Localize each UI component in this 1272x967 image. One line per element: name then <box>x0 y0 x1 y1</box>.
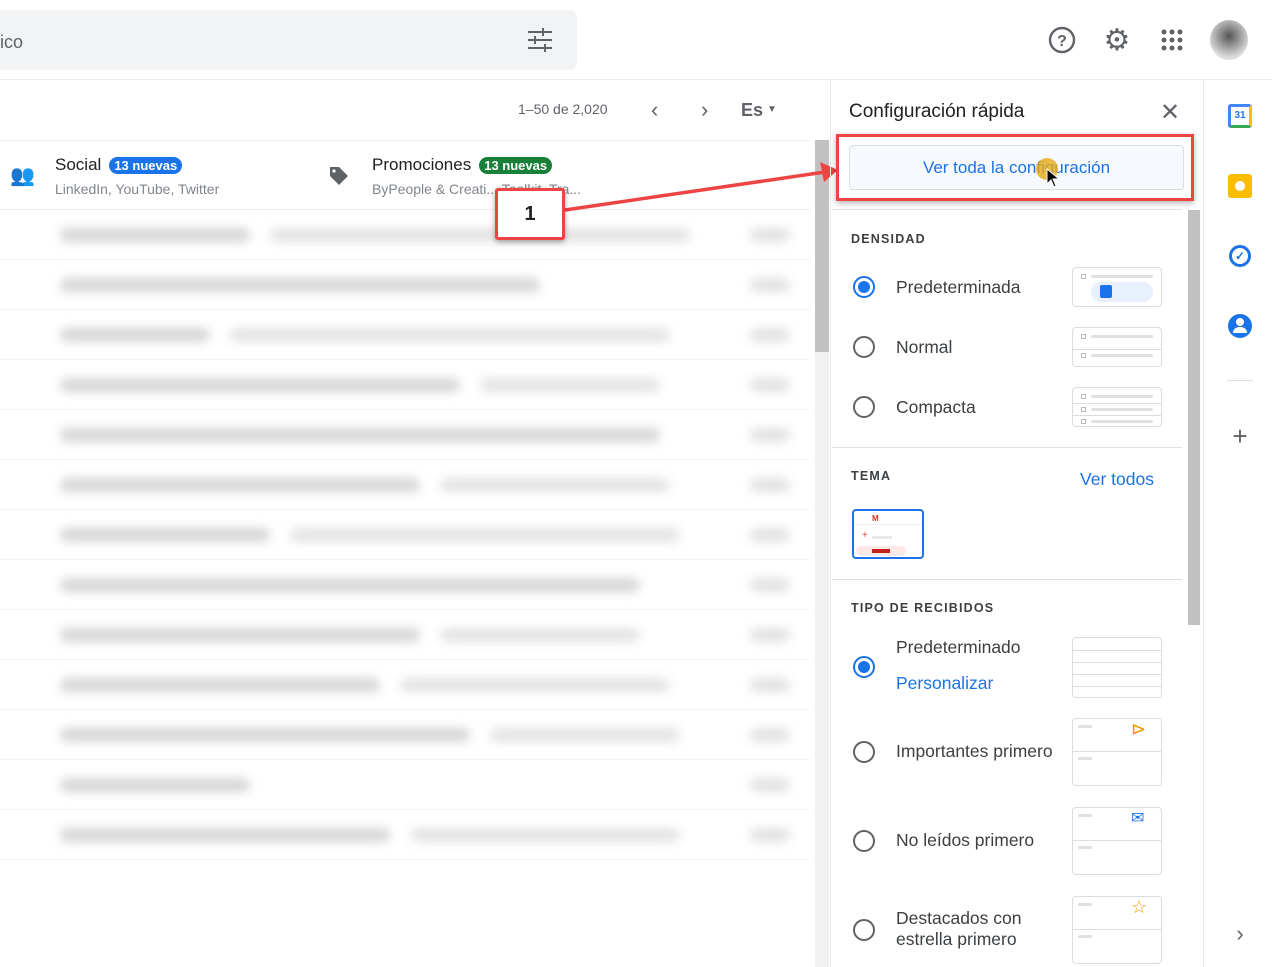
email-row[interactable] <box>0 710 810 760</box>
inbox-type-label[interactable]: Destacados con estrella primero <box>896 908 1066 950</box>
density-radio[interactable] <box>853 276 875 298</box>
see-all-themes-link[interactable]: Ver todos <box>1080 469 1154 490</box>
inbox-type-preview: ☆ <box>1072 896 1162 964</box>
inbox-type-label[interactable]: No leídos primero <box>896 830 1066 851</box>
email-row[interactable] <box>0 260 810 310</box>
star-icon: ☆ <box>1131 897 1148 917</box>
close-icon[interactable]: ✕ <box>1160 98 1180 127</box>
calendar-icon[interactable]: 31 <box>1226 102 1254 130</box>
gear-icon[interactable]: ⚙ <box>1101 24 1133 57</box>
avatar[interactable] <box>1210 20 1248 60</box>
input-tools-label: Es <box>741 100 764 120</box>
density-radio[interactable] <box>853 336 875 358</box>
gmail-logo-icon: M <box>872 514 879 523</box>
panel-title: Configuración rápida <box>849 101 1025 122</box>
email-row[interactable] <box>0 460 810 510</box>
svg-text:?: ? <box>1057 33 1067 50</box>
expand-icon[interactable]: › <box>1226 920 1254 948</box>
tab-title: Social <box>55 155 102 174</box>
email-row[interactable] <box>0 560 810 610</box>
tag-icon <box>328 165 350 192</box>
inbox-type-preview <box>1072 637 1162 698</box>
inbox-type-preview: ⊳ <box>1072 718 1162 786</box>
tab-subtitle: LinkedIn, YouTube, Twitter <box>55 181 220 197</box>
inbox-type-radio[interactable] <box>853 741 875 763</box>
inbox-type-radio[interactable] <box>853 656 875 678</box>
prev-page-button[interactable]: ‹ <box>651 97 658 123</box>
panel-scrollbar-thumb[interactable] <box>1188 210 1200 625</box>
people-icon: 👥 <box>10 165 35 187</box>
email-row[interactable] <box>0 510 810 560</box>
input-tools-button[interactable]: Es ▼ <box>741 100 777 121</box>
email-row[interactable] <box>0 810 810 860</box>
density-preview <box>1072 327 1162 367</box>
email-row[interactable] <box>0 760 810 810</box>
inbox-type-radio[interactable] <box>853 830 875 852</box>
search-input-text[interactable]: ico <box>0 32 23 53</box>
customize-link[interactable]: Personalizar <box>896 673 993 694</box>
inbox-type-radio[interactable] <box>853 919 875 941</box>
email-row[interactable] <box>0 660 810 710</box>
new-badge: 13 nuevas <box>479 157 553 174</box>
email-row[interactable] <box>0 610 810 660</box>
density-option-label[interactable]: Compacta <box>896 397 976 418</box>
apps-grid-icon[interactable] <box>1156 24 1188 56</box>
density-preview <box>1072 267 1162 307</box>
annotation-arrow <box>564 162 838 212</box>
density-preview <box>1072 387 1162 427</box>
important-icon: ⊳ <box>1131 719 1147 739</box>
email-row[interactable] <box>0 310 810 360</box>
email-row[interactable] <box>0 360 810 410</box>
inbox-type-preview: ✉ <box>1072 807 1162 875</box>
density-heading: DENSIDAD <box>851 232 926 246</box>
add-icon[interactable]: + <box>1226 421 1254 451</box>
divider <box>832 209 1182 210</box>
annotation-label: 1 <box>495 188 565 240</box>
mail-icon: ✉ <box>1131 810 1145 827</box>
keep-icon[interactable] <box>1226 172 1254 200</box>
tasks-icon[interactable]: ✓ <box>1226 242 1254 270</box>
new-badge: 13 nuevas <box>109 157 183 174</box>
cursor-icon <box>1046 168 1060 188</box>
divider <box>832 579 1182 580</box>
search-bar[interactable] <box>0 10 577 70</box>
inbox-type-label[interactable]: Importantes primero <box>896 741 1066 762</box>
density-option-label[interactable]: Normal <box>896 337 952 358</box>
density-radio[interactable] <box>853 396 875 418</box>
caret-down-icon: ▼ <box>767 104 777 115</box>
divider <box>832 447 1182 448</box>
theme-heading: TEMA <box>851 469 892 483</box>
tab-social[interactable]: Social 13 nuevas LinkedIn, YouTube, Twitt… <box>55 155 219 197</box>
help-icon[interactable]: ? <box>1046 24 1078 56</box>
inbox-type-heading: TIPO DE RECIBIDOS <box>851 601 995 615</box>
density-option-label[interactable]: Predeterminada <box>896 277 1021 298</box>
tab-title: Promociones <box>372 155 472 174</box>
theme-thumbnail[interactable]: M + <box>852 509 924 559</box>
email-row[interactable] <box>0 410 810 460</box>
contacts-icon[interactable] <box>1226 312 1254 340</box>
pagination-text: 1–50 de 2,020 <box>518 101 608 117</box>
divider <box>1227 380 1253 381</box>
see-all-settings-button[interactable]: Ver toda la configuración <box>849 145 1184 190</box>
next-page-button[interactable]: › <box>701 97 708 123</box>
tune-icon[interactable] <box>527 28 553 57</box>
inbox-type-label[interactable]: Predeterminado <box>896 637 1066 658</box>
